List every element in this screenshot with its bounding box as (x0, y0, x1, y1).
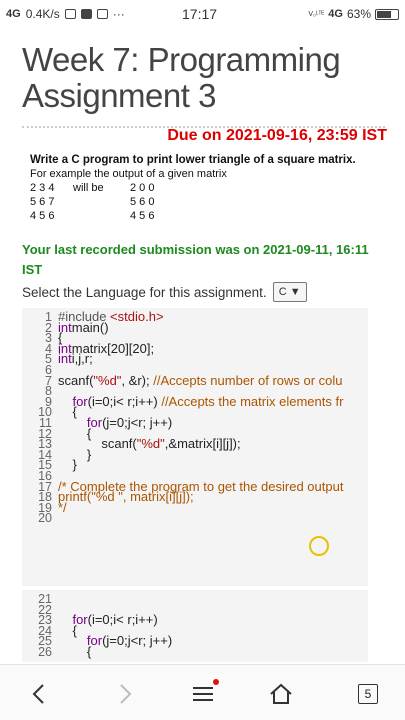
battery-icon (375, 8, 399, 20)
home-icon (270, 683, 292, 704)
code-content[interactable]: for(i=0;i< r;i++) { for(j=0;j<r; j++) { (58, 594, 172, 658)
status-left: 4G 0.4K/s ··· (6, 7, 125, 21)
network-indicator: 4G (6, 8, 21, 20)
code-line[interactable] (58, 594, 172, 605)
matrix-input-row: 2 3 4 (30, 182, 55, 194)
tab-count: 5 (358, 684, 378, 704)
submission-line-tz: IST (22, 262, 43, 277)
code-line[interactable]: for(i=0;i< r;i++) //Accepts the matrix e… (58, 395, 343, 408)
last-submission-notice: Your last recorded submission was on 202… (22, 240, 392, 280)
dropdown-arrow-icon: ▼ (289, 286, 301, 298)
due-date: Due on 2021-09-16, 23:59 IST (167, 127, 387, 144)
matrix-row: 2 3 4 will be 2 0 0 (30, 181, 390, 195)
matrix-output-row: 5 6 0 (130, 196, 155, 208)
clock: 17:17 (182, 6, 218, 22)
status-right: V₀ᴸᵀᴱ 4G 63% (308, 7, 399, 21)
code-line[interactable]: printf("%d ", matrix[i][j]); (58, 490, 343, 503)
code-line[interactable]: intmain() (58, 321, 343, 334)
language-row: Select the Language for this assignment.… (22, 282, 307, 302)
matrix-input-row: 5 6 7 (30, 196, 55, 208)
line-number-gutter: 21 22 23 24 25 26 (22, 593, 52, 659)
touch-indicator-icon (309, 536, 329, 556)
matrix-spacer (73, 209, 130, 223)
chevron-left-icon (32, 684, 44, 704)
status-bar: 4G 0.4K/s ··· 17:17 V₀ᴸᵀᴱ 4G 63% (0, 0, 405, 30)
network-speed: 0.4K/s (25, 7, 60, 21)
code-editor-continued[interactable]: 21 22 23 24 25 26 for(i=0;i< r;i++) { fo… (22, 590, 368, 662)
chevron-right-icon (120, 684, 132, 704)
tabs-button[interactable]: 5 (355, 681, 381, 707)
menu-icon (193, 687, 213, 701)
problem-example: For example the output of a given matrix (30, 168, 227, 180)
matrix-input-row: 4 5 6 (30, 210, 55, 222)
code-line[interactable]: for(j=0;j<r; j++) (58, 416, 343, 429)
notification-icon-3 (96, 9, 108, 19)
home-button[interactable] (268, 681, 294, 707)
matrix-output-row: 4 5 6 (130, 210, 155, 222)
code-line[interactable]: intmatrix[20][20]; (58, 342, 343, 355)
submission-line: Your last recorded submission was on 202… (22, 242, 369, 257)
code-line[interactable]: scanf("%d", &r); //Accepts number of row… (58, 374, 343, 387)
code-line[interactable]: */ (58, 501, 343, 514)
page-title: Week 7: Programming Assignment 3 (22, 41, 341, 114)
matrix-spacer (73, 195, 130, 209)
matrix-will-be: will be (73, 182, 104, 194)
menu-button[interactable] (190, 679, 219, 707)
back-button[interactable] (26, 681, 52, 707)
code-line[interactable] (58, 513, 343, 524)
problem-statement: Write a C program to print lower triangl… (30, 153, 390, 223)
notification-dot (213, 679, 219, 685)
battery-percent: 63% (346, 7, 371, 21)
line-number: 20 (38, 511, 52, 526)
code-line[interactable]: { (58, 645, 172, 658)
notification-icon (64, 9, 76, 19)
code-content[interactable]: #include <stdio.h> intmain(){intmatrix[20… (58, 310, 343, 524)
line-number: 26 (38, 644, 52, 659)
code-line[interactable]: } (58, 458, 343, 471)
code-line[interactable]: scanf("%d",&matrix[i][j]); (58, 437, 343, 450)
code-line[interactable]: inti,j,r; (58, 352, 343, 365)
forward-button[interactable] (112, 681, 138, 707)
line-number-gutter: 1 2 3 4 5 6 7 8 9 10 11 12 13 14 15 16 1… (22, 311, 52, 526)
volte-indicator: V₀ᴸᵀᴱ (308, 10, 325, 18)
problem-title: Write a C program to print lower triangl… (30, 154, 356, 166)
more-notifications-icon: ··· (112, 7, 125, 21)
network-indicator-right: 4G (328, 8, 343, 20)
language-label: Select the Language for this assignment. (22, 284, 267, 300)
browser-nav-bar: 5 (0, 664, 405, 720)
notification-icon-2 (80, 9, 92, 19)
language-selected-value: C (278, 286, 287, 298)
matrix-output-row: 2 0 0 (130, 182, 155, 194)
matrix-row: 5 6 7 5 6 0 (30, 195, 390, 209)
matrix-row: 4 5 6 4 5 6 (30, 209, 390, 223)
code-line[interactable]: } (58, 448, 343, 461)
language-select[interactable]: C ▼ (272, 282, 307, 302)
